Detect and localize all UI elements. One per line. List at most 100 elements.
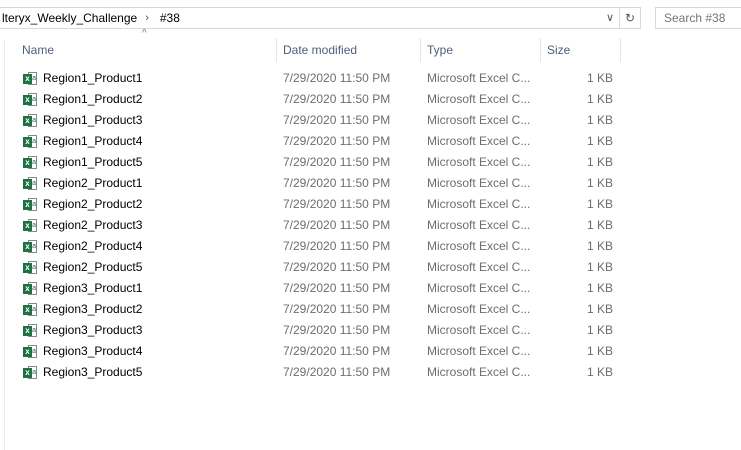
file-row[interactable]: ax Region2_Product1 7/29/2020 11:50 PM M… — [0, 173, 741, 194]
chevron-down-icon[interactable]: ∨ — [606, 11, 614, 24]
file-type: Microsoft Excel C... — [427, 113, 531, 127]
file-row[interactable]: ax Region1_Product3 7/29/2020 11:50 PM M… — [0, 110, 741, 131]
file-date: 7/29/2020 11:50 PM — [283, 197, 391, 211]
refresh-icon[interactable]: ↻ — [619, 8, 640, 28]
file-type: Microsoft Excel C... — [427, 281, 531, 295]
file-name: Region3_Product3 — [43, 323, 143, 337]
file-date: 7/29/2020 11:50 PM — [283, 113, 391, 127]
excel-file-icon: ax — [23, 176, 38, 191]
file-date: 7/29/2020 11:50 PM — [283, 323, 391, 337]
file-size: 1 KB — [586, 344, 613, 358]
file-type: Microsoft Excel C... — [427, 218, 531, 232]
excel-file-icon: ax — [23, 134, 38, 149]
file-date: 7/29/2020 11:50 PM — [283, 344, 391, 358]
file-type: Microsoft Excel C... — [427, 71, 531, 85]
column-header-size[interactable]: Size — [541, 38, 621, 62]
column-header-date[interactable]: Date modified — [277, 38, 421, 62]
file-type: Microsoft Excel C... — [427, 323, 531, 337]
file-date: 7/29/2020 11:50 PM — [283, 281, 391, 295]
excel-file-icon: ax — [23, 197, 38, 212]
file-row[interactable]: ax Region2_Product5 7/29/2020 11:50 PM M… — [0, 257, 741, 278]
file-row[interactable]: ax Region2_Product2 7/29/2020 11:50 PM M… — [0, 194, 741, 215]
file-size: 1 KB — [586, 365, 613, 379]
file-date: 7/29/2020 11:50 PM — [283, 71, 391, 85]
file-name: Region3_Product5 — [43, 365, 143, 379]
file-date: 7/29/2020 11:50 PM — [283, 155, 391, 169]
file-name: Region1_Product5 — [43, 155, 143, 169]
file-row[interactable]: ax Region3_Product4 7/29/2020 11:50 PM M… — [0, 341, 741, 362]
file-size: 1 KB — [586, 155, 613, 169]
excel-file-icon: ax — [23, 260, 38, 275]
file-date: 7/29/2020 11:50 PM — [283, 92, 391, 106]
search-input[interactable] — [655, 7, 741, 29]
file-name: Region1_Product2 — [43, 92, 143, 106]
column-header-row: Name Date modified Type Size — [0, 38, 741, 62]
file-type: Microsoft Excel C... — [427, 92, 531, 106]
file-type: Microsoft Excel C... — [427, 344, 531, 358]
file-date: 7/29/2020 11:50 PM — [283, 302, 391, 316]
column-header-name[interactable]: Name — [16, 38, 277, 62]
file-type: Microsoft Excel C... — [427, 176, 531, 190]
file-size: 1 KB — [586, 302, 613, 316]
file-row[interactable]: ax Region3_Product3 7/29/2020 11:50 PM M… — [0, 320, 741, 341]
file-size: 1 KB — [586, 218, 613, 232]
file-row[interactable]: ax Region3_Product1 7/29/2020 11:50 PM M… — [0, 278, 741, 299]
file-name: Region1_Product3 — [43, 113, 143, 127]
file-date: 7/29/2020 11:50 PM — [283, 260, 391, 274]
file-size: 1 KB — [586, 239, 613, 253]
column-header-type[interactable]: Type — [421, 38, 541, 62]
file-date: 7/29/2020 11:50 PM — [283, 134, 391, 148]
file-date: 7/29/2020 11:50 PM — [283, 176, 391, 190]
file-row[interactable]: ax Region3_Product2 7/29/2020 11:50 PM M… — [0, 299, 741, 320]
excel-file-icon: ax — [23, 113, 38, 128]
file-name: Region3_Product4 — [43, 344, 143, 358]
breadcrumb-separator-icon: › — [145, 12, 149, 24]
address-bar[interactable]: lteryx_Weekly_Challenge › #38 ∨ ↻ — [0, 7, 641, 29]
file-size: 1 KB — [586, 92, 613, 106]
excel-file-icon: ax — [23, 344, 38, 359]
file-row[interactable]: ax Region2_Product3 7/29/2020 11:50 PM M… — [0, 215, 741, 236]
file-row[interactable]: ax Region3_Product5 7/29/2020 11:50 PM M… — [0, 362, 741, 383]
file-row[interactable]: ax Region1_Product5 7/29/2020 11:50 PM M… — [0, 152, 741, 173]
file-date: 7/29/2020 11:50 PM — [283, 239, 391, 253]
file-type: Microsoft Excel C... — [427, 197, 531, 211]
file-row[interactable]: ax Region1_Product4 7/29/2020 11:50 PM M… — [0, 131, 741, 152]
excel-file-icon: ax — [23, 323, 38, 338]
file-type: Microsoft Excel C... — [427, 260, 531, 274]
excel-file-icon: ax — [23, 365, 38, 380]
breadcrumb-parent[interactable]: lteryx_Weekly_Challenge — [2, 11, 137, 25]
file-name: Region3_Product1 — [43, 281, 143, 295]
file-size: 1 KB — [586, 134, 613, 148]
file-date: 7/29/2020 11:50 PM — [283, 365, 391, 379]
file-row[interactable]: ax Region1_Product1 7/29/2020 11:50 PM M… — [0, 68, 741, 89]
file-row[interactable]: ax Region2_Product4 7/29/2020 11:50 PM M… — [0, 236, 741, 257]
file-name: Region1_Product4 — [43, 134, 143, 148]
excel-file-icon: ax — [23, 218, 38, 233]
excel-file-icon: ax — [23, 155, 38, 170]
excel-file-icon: ax — [23, 281, 38, 296]
file-size: 1 KB — [586, 113, 613, 127]
file-name: Region2_Product3 — [43, 218, 143, 232]
file-name: Region2_Product1 — [43, 176, 143, 190]
file-name: Region1_Product1 — [43, 71, 143, 85]
excel-file-icon: ax — [23, 71, 38, 86]
file-type: Microsoft Excel C... — [427, 365, 531, 379]
file-type: Microsoft Excel C... — [427, 302, 531, 316]
file-size: 1 KB — [586, 197, 613, 211]
excel-file-icon: ax — [23, 92, 38, 107]
breadcrumb-current[interactable]: #38 — [160, 11, 180, 25]
file-size: 1 KB — [586, 260, 613, 274]
file-name: Region2_Product4 — [43, 239, 143, 253]
file-type: Microsoft Excel C... — [427, 239, 531, 253]
file-name: Region2_Product2 — [43, 197, 143, 211]
file-size: 1 KB — [586, 176, 613, 190]
excel-file-icon: ax — [23, 302, 38, 317]
file-size: 1 KB — [586, 323, 613, 337]
file-size: 1 KB — [586, 71, 613, 85]
file-type: Microsoft Excel C... — [427, 134, 531, 148]
file-row[interactable]: ax Region1_Product2 7/29/2020 11:50 PM M… — [0, 89, 741, 110]
excel-file-icon: ax — [23, 239, 38, 254]
file-type: Microsoft Excel C... — [427, 155, 531, 169]
file-size: 1 KB — [586, 281, 613, 295]
file-date: 7/29/2020 11:50 PM — [283, 218, 391, 232]
